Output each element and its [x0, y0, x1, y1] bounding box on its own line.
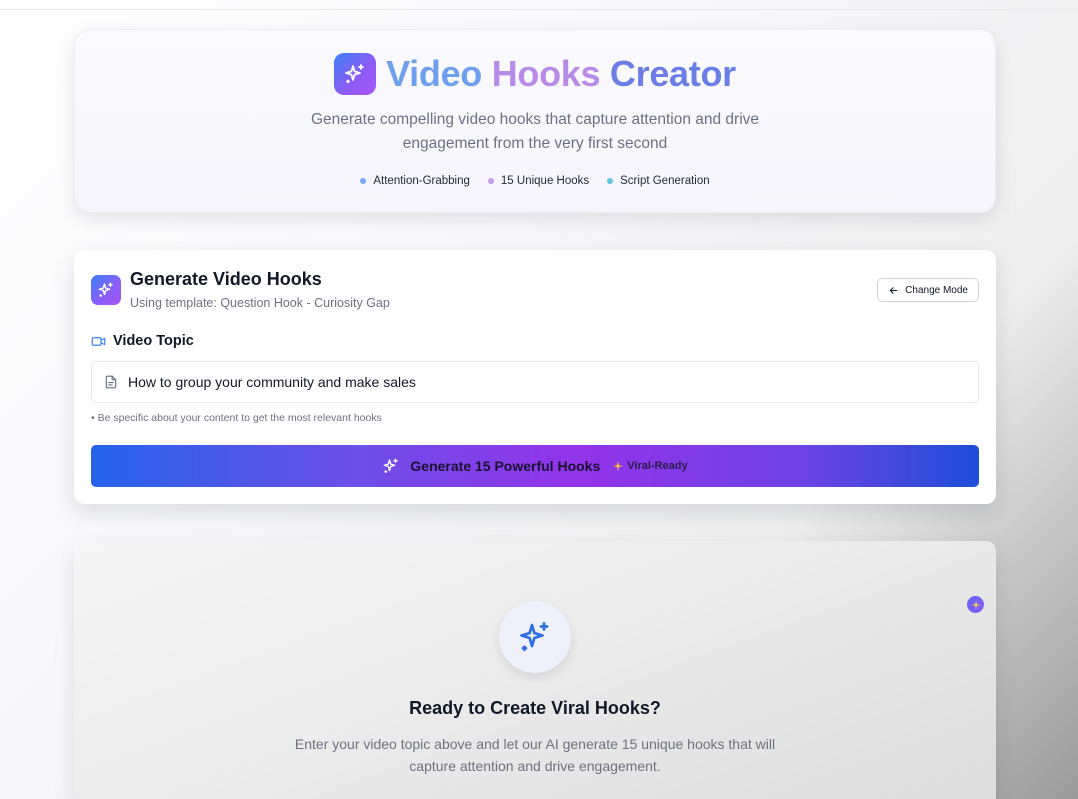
empty-state-desc-line1: Enter your video topic above and let our… — [294, 736, 776, 752]
feature-item: Script Generation — [607, 175, 710, 187]
feature-label: Attention-Grabbing — [373, 175, 470, 187]
empty-state-card: Ready to Create Viral Hooks? Enter your … — [74, 541, 996, 799]
title-word-creator: Creator — [609, 53, 736, 94]
sparkles-icon — [91, 275, 121, 305]
feature-label: Script Generation — [620, 175, 710, 187]
video-icon — [91, 336, 106, 346]
feature-list: Attention-Grabbing 15 Unique Hooks Scrip… — [75, 175, 995, 187]
title-word-hooks: Hooks — [491, 53, 601, 94]
feature-dot — [360, 178, 367, 184]
top-divider — [0, 9, 1078, 10]
page-title: Video Hooks Creator — [386, 53, 736, 95]
feature-label: 15 Unique Hooks — [500, 175, 590, 187]
generator-card: Generate Video Hooks Using template: Que… — [74, 250, 996, 504]
topic-hint: • Be specific about your content to get … — [91, 412, 382, 424]
feature-item: Attention-Grabbing — [360, 175, 470, 187]
sparkles-icon — [334, 53, 377, 95]
generate-hooks-button[interactable]: Generate 15 Powerful Hooks Viral-Ready — [91, 445, 979, 487]
change-mode-label: Change Mode — [905, 284, 968, 296]
change-mode-button[interactable]: Change Mode — [877, 278, 979, 302]
feature-dot — [487, 178, 494, 184]
feature-item: 15 Unique Hooks — [487, 175, 590, 187]
video-topic-field[interactable] — [91, 361, 979, 403]
sparkle-small-icon — [613, 461, 624, 471]
empty-state-icon-circle — [499, 601, 571, 673]
viral-ready-badge: Viral-Ready — [612, 460, 688, 472]
video-topic-input[interactable] — [128, 374, 948, 390]
feature-dot — [607, 178, 614, 184]
hero-subtitle-line1: Generate compelling video hooks that cap… — [310, 111, 760, 128]
generator-title: Generate Video Hooks — [130, 269, 322, 289]
sparkles-icon — [520, 622, 549, 652]
viral-ready-label: Viral-Ready — [627, 460, 688, 472]
empty-state-desc-line2: capture attention and drive engagement. — [409, 758, 661, 774]
title-word-video: Video — [386, 53, 482, 94]
video-topic-label: Video Topic — [91, 333, 194, 349]
template-subtitle: Using template: Question Hook - Curiosit… — [130, 296, 390, 310]
generate-hooks-label: Generate 15 Powerful Hooks — [410, 458, 601, 474]
hero-card: Video Hooks Creator Generate compelling … — [74, 29, 996, 213]
video-topic-text: Video Topic — [113, 333, 194, 349]
empty-state-title: Ready to Create Viral Hooks? — [409, 698, 661, 718]
arrow-left-icon — [889, 286, 898, 294]
sparkles-icon — [383, 458, 399, 474]
hero-subtitle: Generate compelling video hooks that cap… — [75, 108, 995, 156]
hero-subtitle-line2: engagement from the very first second — [402, 135, 668, 152]
sparkle-badge-icon — [967, 596, 984, 613]
document-icon — [105, 375, 117, 389]
empty-state-description: Enter your video topic above and let our… — [74, 733, 996, 777]
hero-title-row: Video Hooks Creator — [75, 53, 995, 95]
